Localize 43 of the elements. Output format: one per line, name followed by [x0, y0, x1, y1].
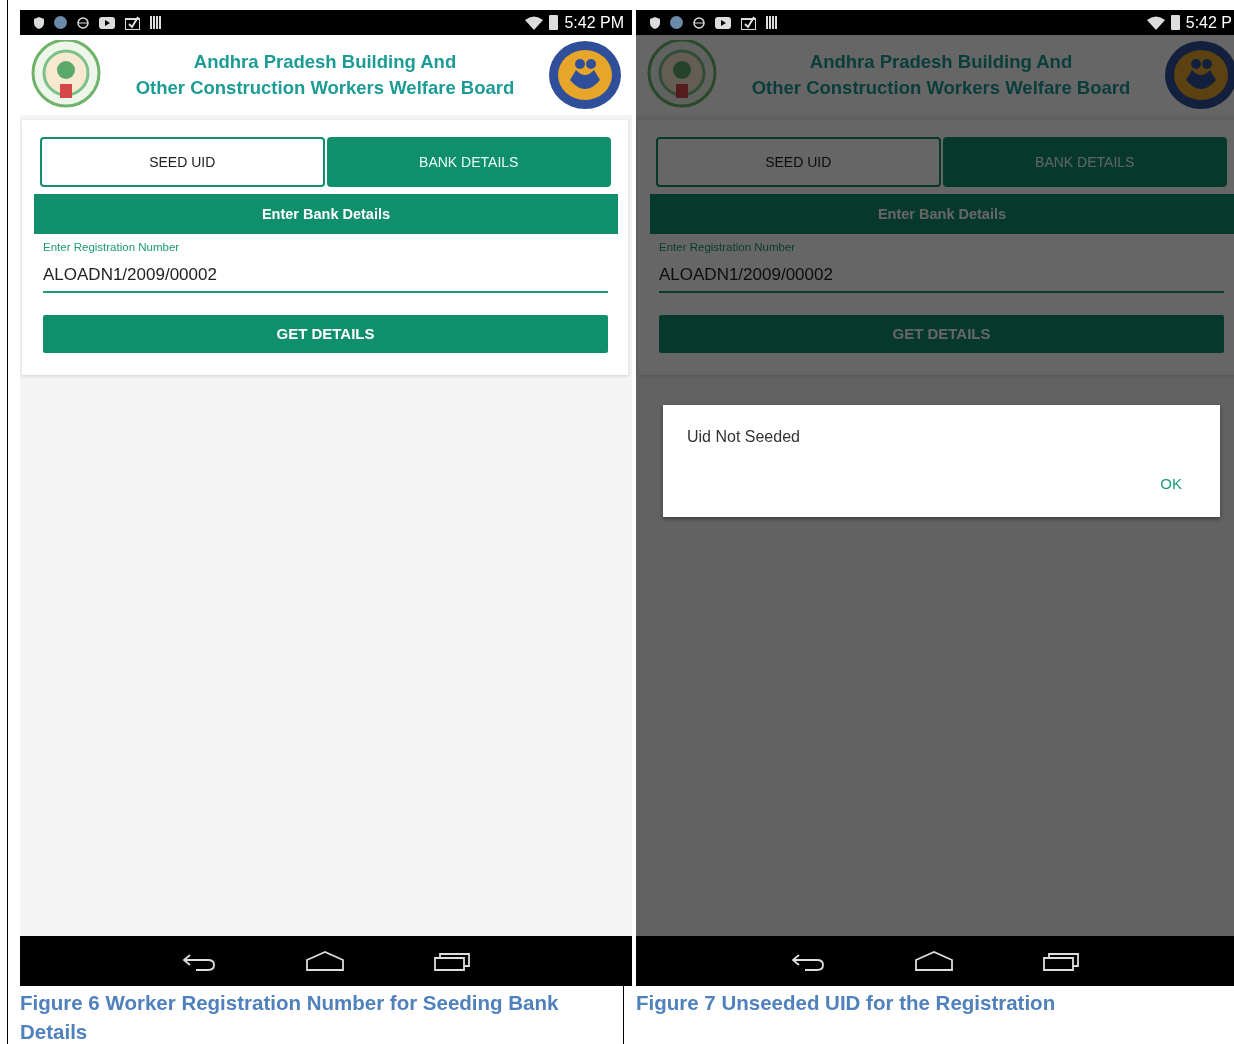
barcode-icon [766, 16, 778, 29]
tab[interactable]: BANK DETAILS [942, 137, 1227, 187]
clipboard-icon [125, 15, 140, 30]
home-icon[interactable] [915, 951, 953, 971]
back-icon[interactable] [182, 951, 216, 971]
tab[interactable]: BANK DETAILS [326, 137, 611, 187]
recents-icon[interactable] [434, 951, 470, 971]
video-icon [99, 16, 115, 29]
battery-icon [1170, 15, 1180, 30]
home-icon[interactable] [306, 951, 344, 971]
section-header: Enter Bank Details [650, 194, 1234, 234]
tab[interactable]: SEED UID [656, 137, 941, 187]
back-icon[interactable] [791, 951, 825, 971]
video-icon [715, 16, 731, 29]
circle-icon [693, 16, 705, 29]
header-title: Andhra Pradesh Building And [808, 50, 1074, 74]
recents-icon[interactable] [1043, 951, 1079, 971]
registration-number-field[interactable]: Enter Registration Number ALOADN1/2009/00002 [659, 239, 1224, 293]
figure-caption: Figure 7 Unseeded UID for the Registration [636, 990, 1057, 1016]
emblem-logo [646, 40, 718, 110]
header-title: Andhra Pradesh Building And [192, 50, 458, 74]
figure-caption: Figure 6 Worker Registration Number for Seeding Bank Details [20, 986, 624, 1044]
wifi-icon [1146, 15, 1165, 30]
shield-icon [650, 16, 660, 29]
tab[interactable]: SEED UID [40, 137, 325, 187]
wifi-icon [525, 15, 544, 30]
dialog-message: Uid Not Seeded [687, 427, 801, 447]
emblem-logo [30, 40, 102, 110]
section-header: Enter Bank Details [34, 194, 618, 234]
clipboard-icon [741, 15, 756, 30]
barcode-icon [150, 16, 162, 29]
header-title: Other Construction Workers Welfare Board [135, 76, 515, 100]
clock-time: 5:42 P [1185, 12, 1232, 33]
get-details-button[interactable]: GET DETAILS [659, 314, 1224, 353]
shield-icon [34, 16, 44, 29]
ok-button[interactable]: OK [1156, 470, 1186, 497]
clock-time: 5:42 PM [564, 12, 624, 33]
battery-icon [549, 15, 559, 30]
board-seal-logo [1164, 40, 1234, 110]
registration-number-field[interactable]: Enter Registration Number ALOADN1/2009/00002 [43, 239, 608, 293]
header-title: Other Construction Workers Welfare Board [751, 76, 1131, 100]
get-details-button[interactable]: GET DETAILS [43, 314, 608, 353]
circle-icon [77, 16, 89, 29]
